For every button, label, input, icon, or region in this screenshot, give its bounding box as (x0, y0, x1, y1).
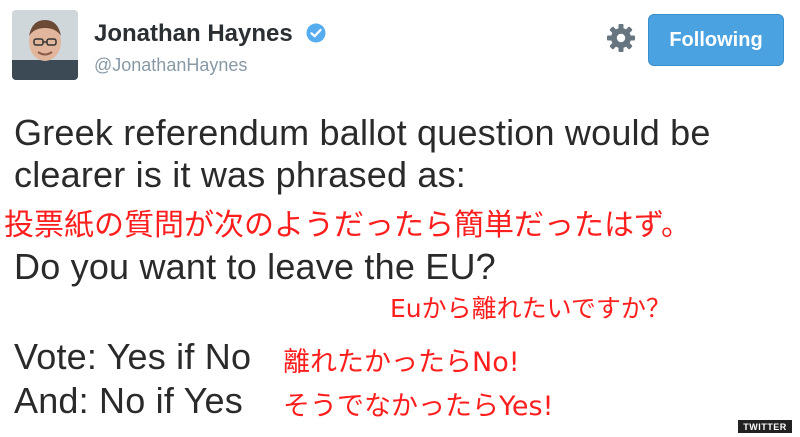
avatar[interactable] (12, 10, 78, 80)
verified-badge-icon (306, 23, 326, 43)
tweet-text-line-1: Greek referendum ballot question would b… (14, 112, 711, 153)
tweet-text-line-4: Vote: Yes if No (14, 336, 252, 377)
user-handle[interactable]: @JonathanHaynes (94, 55, 247, 76)
following-button[interactable]: Following (648, 14, 784, 66)
twitter-watermark: TWITTER (738, 420, 792, 433)
tweet-text-line-5: And: No if Yes (14, 380, 243, 421)
japanese-annotation-2: Euから離れたいですか？ (390, 294, 671, 323)
tweet-text-line-3: Do you want to leave the EU? (14, 246, 496, 287)
japanese-annotation-3: 離れたかったらNo! (283, 347, 520, 378)
tweet-text-line-2: clearer is it was phrased as: (14, 154, 466, 195)
japanese-annotation-1: 投票紙の質問が次のようだったら簡単だったはず。 (4, 208, 691, 243)
display-name[interactable]: Jonathan Haynes (94, 20, 293, 48)
japanese-annotation-4: そうでなかったらYes! (283, 391, 554, 422)
gear-icon[interactable] (606, 23, 636, 53)
